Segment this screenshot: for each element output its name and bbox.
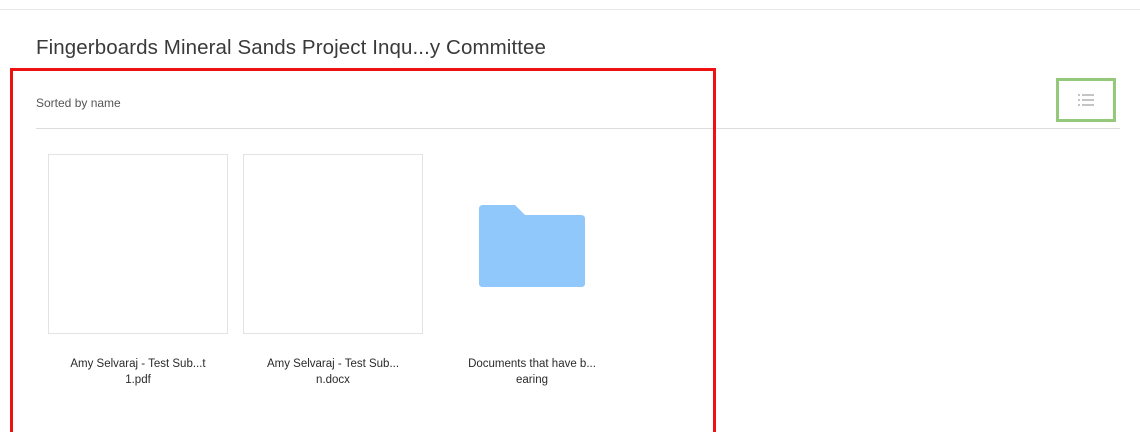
folder-name-line: Documents that have b...	[468, 358, 596, 370]
file-name[interactable]: Amy Selvaraj - Test Sub... n.docx	[243, 356, 423, 388]
file-thumbnail[interactable]	[243, 154, 423, 334]
file-name-line: 1.pdf	[125, 374, 151, 386]
folder-icon	[479, 205, 585, 287]
file-name-line: n.docx	[316, 374, 350, 386]
folder-title: Fingerboards Mineral Sands Project Inqu.…	[36, 36, 547, 59]
folder-thumbnail[interactable]	[442, 154, 622, 334]
folder-name-line: earing	[516, 374, 548, 386]
top-divider	[0, 9, 1140, 10]
file-tile[interactable]: Amy Selvaraj - Test Sub...t 1.pdf	[48, 154, 228, 388]
list-view-icon	[1078, 94, 1094, 106]
sort-divider	[36, 128, 1120, 129]
folder-name[interactable]: Documents that have b... earing	[442, 356, 622, 388]
list-view-button[interactable]	[1056, 78, 1116, 122]
file-name-line: Amy Selvaraj - Test Sub...	[266, 358, 400, 370]
file-name-line: Amy Selvaraj - Test Sub...t	[70, 358, 206, 370]
file-browser-page: Fingerboards Mineral Sands Project Inqu.…	[0, 0, 1140, 432]
file-tile[interactable]: Amy Selvaraj - Test Sub... n.docx	[243, 154, 423, 388]
file-thumbnail[interactable]	[48, 154, 228, 334]
file-name[interactable]: Amy Selvaraj - Test Sub...t 1.pdf	[48, 356, 228, 388]
folder-tile[interactable]: Documents that have b... earing	[442, 154, 622, 388]
sort-label[interactable]: Sorted by name	[36, 96, 121, 110]
